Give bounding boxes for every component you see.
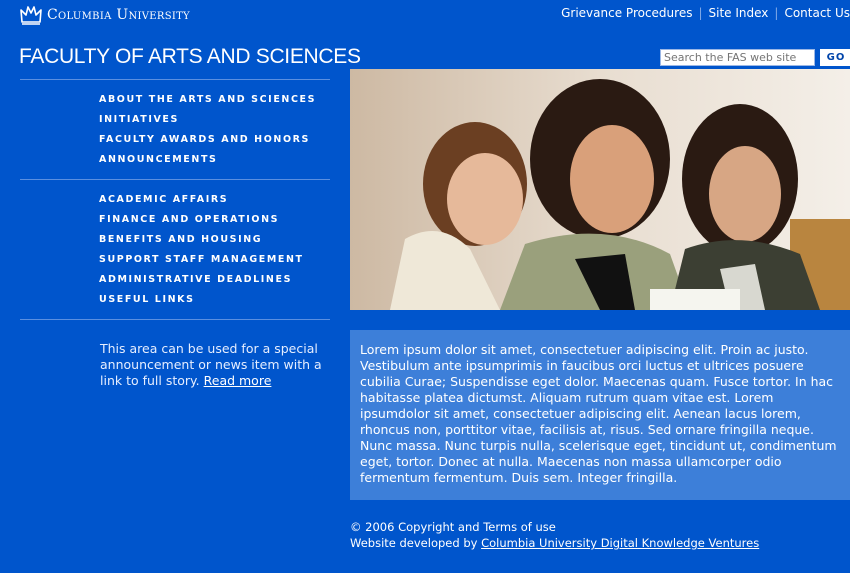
nav-item-benefits-housing[interactable]: BENEFITS AND HOUSING xyxy=(99,230,304,250)
developed-by: Website developed by Columbia University… xyxy=(350,535,759,551)
top-links: Grievance Procedures | Site Index | Cont… xyxy=(561,6,850,20)
nav-item-admin-deadlines[interactable]: ADMINISTRATIVE DEADLINES xyxy=(99,270,304,290)
developer-link[interactable]: Columbia University Digital Knowledge Ve… xyxy=(481,536,759,550)
site-title[interactable]: FACULTY OF ARTS AND SCIENCES xyxy=(19,45,361,69)
nav-item-initiatives[interactable]: INITIATIVES xyxy=(99,110,316,130)
nav-item-finance-operations[interactable]: FINANCE AND OPERATIONS xyxy=(99,210,304,230)
copyright-text[interactable]: © 2006 Copyright and Terms of use xyxy=(350,519,759,535)
developed-by-label: Website developed by xyxy=(350,536,482,550)
columbia-logo[interactable]: Columbia University xyxy=(20,5,190,25)
body-paragraph: Lorem ipsum dolor sit amet, consectetuer… xyxy=(360,342,837,485)
search-go-button[interactable]: GO xyxy=(820,49,850,66)
crown-icon xyxy=(20,6,42,25)
nav-item-academic-affairs[interactable]: ACADEMIC AFFAIRS xyxy=(99,190,304,210)
search-form: GO xyxy=(660,49,850,66)
nav-item-faculty-awards[interactable]: FACULTY AWARDS AND HONORS xyxy=(99,130,316,150)
hero-photo xyxy=(350,69,850,310)
divider xyxy=(20,179,330,180)
primary-nav: ABOUT THE ARTS AND SCIENCES INITIATIVES … xyxy=(99,90,316,170)
nav-item-about[interactable]: ABOUT THE ARTS AND SCIENCES xyxy=(99,90,316,110)
nav-item-useful-links[interactable]: USEFUL LINKS xyxy=(99,290,304,310)
separator: | xyxy=(774,6,779,20)
nav-item-support-staff[interactable]: SUPPORT STAFF MANAGEMENT xyxy=(99,250,304,270)
read-more-link[interactable]: Read more xyxy=(204,373,272,388)
announcement-promo: This area can be used for a special anno… xyxy=(100,341,330,389)
divider xyxy=(20,319,330,320)
footer: © 2006 Copyright and Terms of use Websit… xyxy=(350,519,759,551)
secondary-nav: ACADEMIC AFFAIRS FINANCE AND OPERATIONS … xyxy=(99,190,304,310)
grievance-procedures-link[interactable]: Grievance Procedures xyxy=(561,6,692,20)
separator: | xyxy=(698,6,703,20)
main-content-text: Lorem ipsum dolor sit amet, consectetuer… xyxy=(350,330,850,500)
site-index-link[interactable]: Site Index xyxy=(709,6,769,20)
divider xyxy=(20,79,330,80)
nav-item-announcements[interactable]: ANNOUNCEMENTS xyxy=(99,150,316,170)
logo-text: Columbia University xyxy=(47,7,190,23)
contact-us-link[interactable]: Contact Us xyxy=(784,6,850,20)
search-input[interactable] xyxy=(660,49,815,66)
